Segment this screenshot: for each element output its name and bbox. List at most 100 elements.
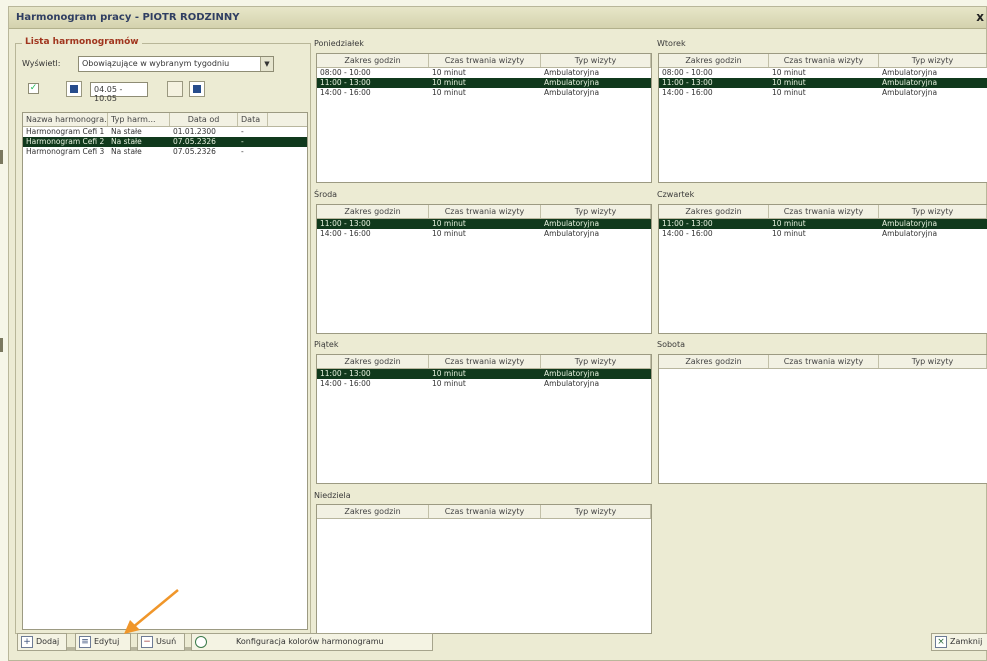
table-row[interactable]: 11:00 - 13:00 10 minut Ambulatoryjna	[659, 78, 987, 88]
date-range-field[interactable]: 04.05 - 10.05	[90, 82, 148, 103]
next-week-icon	[193, 85, 201, 93]
close-window-icon: ×	[935, 636, 947, 648]
table-cell: Ambulatoryjna	[544, 229, 600, 238]
calendar-icon[interactable]	[167, 81, 183, 97]
column-header[interactable]: Zakres godzin	[317, 54, 429, 67]
day-label-wtorek: Wtorek	[657, 39, 686, 48]
table-cell: 10 minut	[432, 369, 466, 378]
table-cell: 11:00 - 13:00	[320, 219, 371, 228]
table-row[interactable]: 14:00 - 16:00 10 minut Ambulatoryjna	[317, 379, 651, 389]
table-row[interactable]: 14:00 - 16:00 10 minut Ambulatoryjna	[317, 88, 651, 98]
table-cell: 10 minut	[432, 88, 466, 97]
table-cell: 14:00 - 16:00	[320, 88, 371, 97]
annotation-arrow	[124, 589, 179, 634]
column-header[interactable]: Typ harm...	[108, 113, 170, 126]
table-cell: 11:00 - 13:00	[320, 78, 371, 87]
column-header[interactable]: Czas trwania wizyty	[769, 355, 879, 368]
table-header: Zakres godzin Czas trwania wizyty Typ wizy…	[317, 54, 651, 68]
column-header[interactable]: Typ wizyty	[879, 355, 987, 368]
table-cell: 14:00 - 16:00	[662, 88, 713, 97]
table-cell: Ambulatoryjna	[544, 68, 600, 77]
table-header: Zakres godzin Czas trwania wizyty Typ wizy…	[659, 205, 987, 219]
column-header[interactable]: Data	[238, 113, 268, 126]
close-button[interactable]: × Zamknij	[931, 633, 987, 651]
table-row[interactable]: 11:00 - 13:00 10 minut Ambulatoryjna	[317, 219, 651, 229]
colors-config-button[interactable]: Konfiguracja kolorów harmonogramu	[191, 633, 433, 651]
table-cell: Ambulatoryjna	[881, 78, 938, 87]
column-header[interactable]: Zakres godzin	[317, 355, 429, 368]
column-header[interactable]: Nazwa harmonogra...	[23, 113, 108, 126]
table-cell: Ambulatoryjna	[544, 369, 600, 378]
table-row[interactable]: 11:00 - 13:00 10 minut Ambulatoryjna	[317, 78, 651, 88]
table-cell: 08:00 - 10:00	[662, 68, 713, 77]
table-cell: Na stałe	[111, 147, 142, 156]
table-header: Nazwa harmonogra... Typ harm... Data od Dat…	[23, 113, 307, 127]
title-bar: Harmonogram pracy - PIOTR RODZINNY x	[9, 7, 986, 29]
next-week-button[interactable]	[189, 81, 205, 97]
table-row[interactable]: 14:00 - 16:00 10 minut Ambulatoryjna	[317, 229, 651, 239]
day-label-niedziela: Niedziela	[314, 491, 351, 500]
column-header[interactable]: Typ wizyty	[541, 205, 651, 218]
day-table-piatek: Zakres godzin Czas trwania wizyty Typ wizy…	[316, 354, 652, 484]
column-header[interactable]: Czas trwania wizyty	[429, 54, 541, 67]
schedule-list-panel: Lista harmonogramów Wyświetl: Obowiązują…	[15, 37, 311, 651]
table-cell: Ambulatoryjna	[881, 68, 938, 77]
column-header[interactable]: Typ wizyty	[879, 205, 987, 218]
schedule-list-table: Nazwa harmonogra... Typ harm... Data od Dat…	[22, 112, 308, 630]
close-icon[interactable]: x	[976, 10, 984, 24]
column-header[interactable]: Zakres godzin	[659, 54, 769, 67]
table-row[interactable]: Harmonogram Cefi 2 Na stałe 07.05.2326 -	[23, 137, 307, 147]
add-button[interactable]: + Dodaj	[17, 633, 67, 651]
table-cell: Ambulatoryjna	[544, 219, 600, 228]
column-header[interactable]: Typ wizyty	[879, 54, 987, 67]
column-header[interactable]: Czas trwania wizyty	[769, 205, 879, 218]
table-row[interactable]: 11:00 - 13:00 10 minut Ambulatoryjna	[317, 369, 651, 379]
day-table-sobota: Zakres godzin Czas trwania wizyty Typ wizy…	[658, 354, 987, 484]
column-header[interactable]: Zakres godzin	[659, 355, 769, 368]
show-filter-select[interactable]: Obowiązujące w wybranym tygodniu ▼	[78, 56, 274, 72]
column-header[interactable]: Zakres godzin	[659, 205, 769, 218]
table-row[interactable]: 08:00 - 10:00 10 minut Ambulatoryjna	[317, 68, 651, 78]
table-cell: Ambulatoryjna	[881, 88, 938, 97]
column-header[interactable]: Typ wizyty	[541, 54, 651, 67]
column-header[interactable]: Czas trwania wizyty	[769, 54, 879, 67]
add-button-label: Dodaj	[36, 637, 60, 646]
edit-icon: ≡	[79, 636, 91, 648]
table-cell: Ambulatoryjna	[881, 229, 938, 238]
column-header[interactable]: Czas trwania wizyty	[429, 205, 541, 218]
table-row[interactable]: 14:00 - 16:00 10 minut Ambulatoryjna	[659, 88, 987, 98]
table-header: Zakres godzin Czas trwania wizyty Typ wizy…	[317, 355, 651, 369]
table-cell: 10 minut	[771, 78, 806, 87]
delete-icon: −	[141, 636, 153, 648]
table-row[interactable]: 14:00 - 16:00 10 minut Ambulatoryjna	[659, 229, 987, 239]
column-header[interactable]: Zakres godzin	[317, 205, 429, 218]
column-header[interactable]: Czas trwania wizyty	[429, 505, 541, 518]
show-filter-value: Obowiązujące w wybranym tygodniu	[82, 59, 230, 68]
prev-week-icon	[70, 85, 78, 93]
table-row[interactable]: 08:00 - 10:00 10 minut Ambulatoryjna	[659, 68, 987, 78]
column-header[interactable]: Data od	[170, 113, 238, 126]
annotation-arrow-shaft	[131, 589, 179, 629]
prev-week-button[interactable]	[66, 81, 82, 97]
table-cell: Harmonogram Cefi 2	[26, 137, 105, 146]
table-row[interactable]: 11:00 - 13:00 10 minut Ambulatoryjna	[659, 219, 987, 229]
day-table-czwartek: Zakres godzin Czas trwania wizyty Typ wizy…	[658, 204, 987, 334]
edit-button-label: Edytuj	[94, 637, 120, 646]
table-cell: -	[241, 127, 244, 136]
table-cell: 07.05.2326	[173, 147, 216, 156]
table-row[interactable]: Harmonogram Cefi 3 Na stałe 07.05.2326 -	[23, 147, 307, 157]
day-table-sroda: Zakres godzin Czas trwania wizyty Typ wizy…	[316, 204, 652, 334]
edge-marker	[0, 150, 3, 164]
column-header[interactable]: Typ wizyty	[541, 505, 651, 518]
week-checkbox[interactable]: ✓	[28, 83, 39, 94]
column-header[interactable]: Zakres godzin	[317, 505, 429, 518]
colors-config-label: Konfiguracja kolorów harmonogramu	[236, 637, 384, 646]
chevron-down-icon[interactable]: ▼	[260, 57, 273, 71]
day-label-piatek: Piątek	[314, 340, 339, 349]
table-cell: 10 minut	[771, 219, 806, 228]
table-row[interactable]: Harmonogram Cefi 1 Na stałe 01.01.2300 -	[23, 127, 307, 137]
column-header[interactable]: Typ wizyty	[541, 355, 651, 368]
column-header[interactable]: Czas trwania wizyty	[429, 355, 541, 368]
table-cell: Ambulatoryjna	[544, 88, 600, 97]
schedule-window: Harmonogram pracy - PIOTR RODZINNY x Lis…	[8, 6, 987, 661]
